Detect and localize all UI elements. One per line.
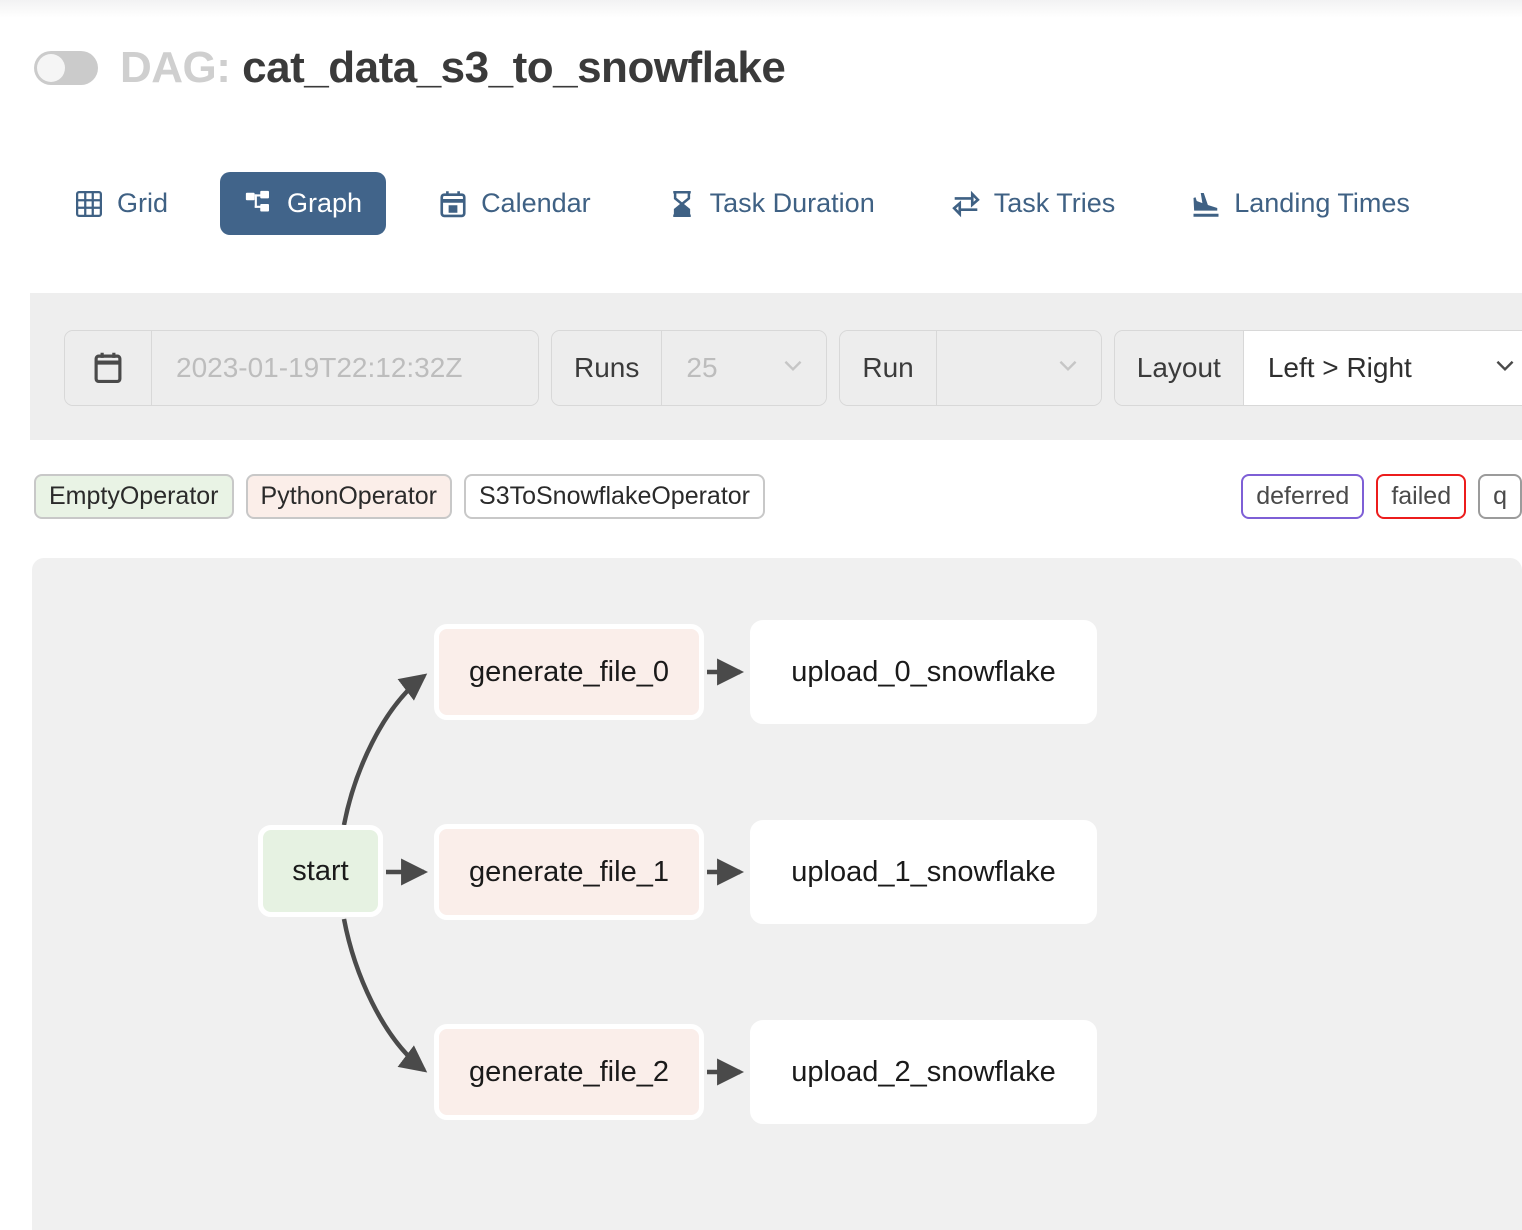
task-node-label: start xyxy=(292,854,349,887)
task-node-label: generate_file_1 xyxy=(469,855,669,888)
tab-task-tries-label: Task Tries xyxy=(993,188,1116,218)
task-node-upload_1_snowflake[interactable]: upload_1_snowflake xyxy=(750,820,1097,924)
loop-arrows-icon xyxy=(951,189,981,219)
run-group[interactable]: Run xyxy=(839,330,1102,406)
dag-header: DAG: cat_data_s3_to_snowflake xyxy=(34,43,786,92)
runs-select[interactable]: 25 xyxy=(662,331,827,405)
calendar-icon[interactable] xyxy=(65,331,152,405)
dag-pause-toggle[interactable] xyxy=(34,51,98,85)
layout-select[interactable]: Left > Right xyxy=(1243,331,1522,405)
task-node-generate_file_1[interactable]: generate_file_1 xyxy=(434,824,704,920)
calendar-icon xyxy=(438,189,468,219)
task-node-label: generate_file_0 xyxy=(469,655,669,688)
task-node-upload_0_snowflake[interactable]: upload_0_snowflake xyxy=(750,620,1097,724)
task-node-generate_file_0[interactable]: generate_file_0 xyxy=(434,624,704,720)
dag-graph-canvas[interactable]: start generate_file_0 generate_file_1 ge… xyxy=(32,558,1522,1230)
tab-task-duration-label: Task Duration xyxy=(709,188,875,218)
tab-grid-label: Grid xyxy=(117,188,169,218)
layout-select-value: Left > Right xyxy=(1267,352,1412,383)
chevron-down-icon xyxy=(1492,352,1518,385)
page-top-edge xyxy=(0,0,1522,18)
graph-icon xyxy=(244,189,274,219)
tab-landing-times[interactable]: Landing Times xyxy=(1167,172,1434,235)
run-select[interactable] xyxy=(936,331,1101,405)
page-title: DAG: cat_data_s3_to_snowflake xyxy=(120,43,786,92)
edge-start-generate_file_0 xyxy=(341,673,428,826)
view-tabs: Grid Graph Calendar Task Duration Task T… xyxy=(50,172,1462,235)
task-node-label: upload_0_snowflake xyxy=(791,655,1056,688)
legend-operator-s3tosnowflakeoperator[interactable]: S3ToSnowflakeOperator xyxy=(464,474,765,520)
legend-status-deferred[interactable]: deferred xyxy=(1241,474,1365,520)
task-node-start[interactable]: start xyxy=(258,825,383,917)
date-picker-group[interactable]: 2023-01-19T22:12:32Z xyxy=(64,330,539,406)
task-node-label: generate_file_2 xyxy=(469,1055,669,1088)
task-node-label: upload_2_snowflake xyxy=(791,1055,1056,1088)
runs-label: Runs xyxy=(552,331,663,405)
legend-operator-emptyoperator[interactable]: EmptyOperator xyxy=(34,474,234,520)
edge-start-generate_file_2 xyxy=(341,918,428,1073)
tab-graph-label: Graph xyxy=(287,188,363,218)
task-node-generate_file_2[interactable]: generate_file_2 xyxy=(434,1024,704,1120)
base-date-input[interactable]: 2023-01-19T22:12:32Z xyxy=(152,331,538,405)
task-node-upload_2_snowflake[interactable]: upload_2_snowflake xyxy=(750,1020,1097,1124)
run-label: Run xyxy=(840,331,937,405)
tab-graph[interactable]: Graph xyxy=(220,172,387,235)
legend-status-failed[interactable]: failed xyxy=(1376,474,1467,520)
runs-select-value: 25 xyxy=(686,352,718,383)
chevron-down-icon xyxy=(780,352,806,385)
dag-label: DAG: xyxy=(120,43,231,92)
plane-landing-icon xyxy=(1191,189,1221,219)
dag-name: cat_data_s3_to_snowflake xyxy=(242,43,786,92)
chevron-down-icon xyxy=(1055,352,1081,385)
graph-legend: EmptyOperator PythonOperator S3ToSnowfla… xyxy=(34,474,1522,522)
legend-status-queued[interactable]: q xyxy=(1478,474,1522,520)
layout-group[interactable]: Layout Left > Right xyxy=(1113,330,1522,406)
status-legend: deferred failed q xyxy=(1241,474,1522,520)
tab-task-tries[interactable]: Task Tries xyxy=(927,172,1140,235)
runs-group[interactable]: Runs 25 xyxy=(551,330,828,406)
grid-icon xyxy=(74,189,104,219)
graph-filter-toolbar: 2023-01-19T22:12:32Z Runs 25 Run Layout … xyxy=(30,293,1522,440)
toggle-knob xyxy=(37,54,65,82)
layout-label: Layout xyxy=(1114,331,1244,405)
operator-legend: EmptyOperator PythonOperator S3ToSnowfla… xyxy=(34,474,765,520)
tab-landing-times-label: Landing Times xyxy=(1234,188,1410,218)
legend-operator-pythonoperator[interactable]: PythonOperator xyxy=(245,474,453,520)
tab-grid[interactable]: Grid xyxy=(50,172,192,235)
tab-calendar[interactable]: Calendar xyxy=(414,172,615,235)
hourglass-icon xyxy=(667,189,697,219)
tab-task-duration[interactable]: Task Duration xyxy=(643,172,899,235)
tab-calendar-label: Calendar xyxy=(481,188,591,218)
task-node-label: upload_1_snowflake xyxy=(791,855,1056,888)
